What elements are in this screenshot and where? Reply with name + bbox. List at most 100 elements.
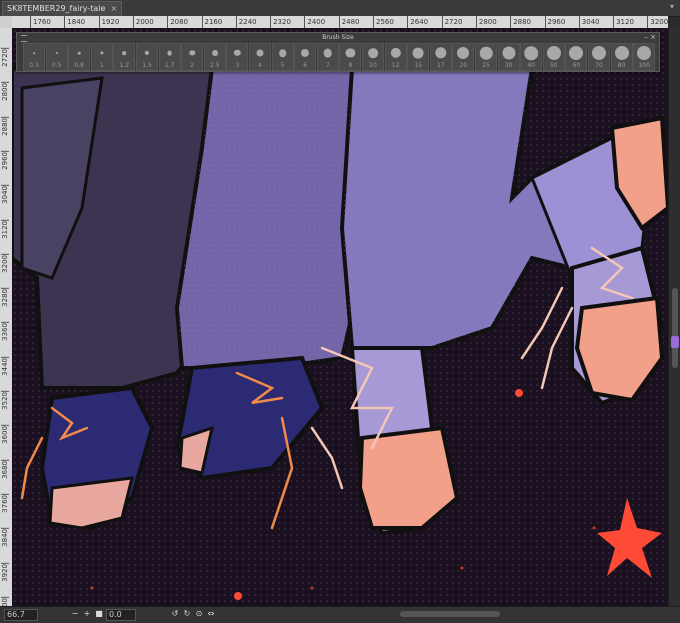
ruler-tick-label: 2720 [1, 48, 9, 67]
brush-size-option[interactable]: 70 [588, 43, 610, 71]
rotation-angle-field[interactable]: 0.0 [106, 609, 136, 621]
ruler-tick-label: 3040 [1, 185, 9, 205]
brush-size-dot-icon [412, 47, 424, 59]
ruler-tick-label: 2800 [1, 82, 9, 102]
brush-size-dot-icon [301, 48, 310, 58]
zoom-in-button[interactable]: + [82, 609, 92, 619]
vertical-scrollbar[interactable] [668, 28, 680, 610]
rotate-right-icon[interactable]: ↻ [182, 609, 192, 619]
brush-size-dot-icon [234, 49, 241, 57]
ruler-tick-label: 1920 [98, 16, 119, 28]
ruler-tick-label: 2880 [1, 116, 9, 136]
brush-size-label: 2 [190, 62, 195, 69]
brush-size-option[interactable]: 3 [226, 43, 249, 71]
brush-size-dot-icon [211, 50, 218, 56]
ruler-tick-label: 2960 [544, 16, 565, 28]
brush-size-label: 1.7 [164, 62, 175, 69]
zoom-out-button[interactable]: − [70, 609, 80, 619]
brush-size-dot-icon [479, 46, 493, 60]
brush-size-option[interactable]: 25 [475, 43, 497, 71]
brush-size-label: 1.2 [119, 62, 130, 69]
brush-size-label: 15 [414, 62, 422, 69]
brush-size-option[interactable]: 0.3 [23, 43, 45, 71]
tab-menu-icon[interactable]: ▾ [670, 2, 674, 11]
vertical-scroll-thumb[interactable] [672, 288, 678, 368]
brush-size-option[interactable]: 7 [316, 43, 339, 71]
brush-size-option[interactable]: 100 [633, 43, 656, 71]
brush-size-dot-icon [55, 51, 58, 55]
brush-size-dot-icon [546, 46, 561, 60]
ruler-tick-label: 2160 [201, 16, 222, 28]
brush-size-option[interactable]: 0.8 [68, 43, 91, 71]
ruler-tick-label: 3920 [1, 562, 9, 582]
brush-size-label: 4 [258, 62, 262, 69]
brush-size-label: 50 [549, 62, 558, 69]
brush-size-option[interactable]: 17 [429, 43, 452, 71]
brush-size-dot-icon [368, 48, 378, 58]
brush-size-option[interactable]: 1.7 [158, 43, 181, 71]
brush-size-option[interactable]: 2.5 [203, 43, 226, 71]
brush-size-option[interactable]: 40 [520, 43, 543, 71]
document-tab-title: SK8TEMBER29_fairy-tale [7, 4, 106, 13]
brush-size-label: 0.3 [29, 62, 39, 69]
brush-size-label: 2.5 [210, 62, 220, 69]
flip-horizontal-icon[interactable]: ⇔ [206, 609, 216, 619]
ruler-tick-label: 2400 [304, 16, 325, 28]
ruler-tick-label: 3360 [1, 322, 9, 342]
ruler-tick-label: 3680 [1, 459, 9, 479]
brush-size-dot-icon [592, 46, 606, 60]
zoom-level-field[interactable]: 66.7 [4, 609, 38, 621]
brush-size-option[interactable]: 6 [294, 43, 317, 71]
brush-size-dot-icon [33, 52, 35, 54]
brush-size-option[interactable]: 30 [497, 43, 520, 71]
brush-size-option[interactable]: 10 [362, 43, 384, 71]
brush-size-option[interactable]: 2 [181, 43, 204, 71]
ruler-tick-label: 3200 [647, 16, 668, 28]
status-bar: 66.7 − + ■ 0.0 ↺ ↻ ⊙ ⇔ [0, 606, 680, 623]
brush-size-dot-icon [278, 49, 287, 57]
horizontal-scroll-thumb[interactable] [400, 611, 500, 617]
brush-size-dot-icon [435, 47, 447, 59]
side-panel-handle[interactable] [671, 336, 679, 348]
brush-size-option[interactable]: 5 [271, 43, 294, 71]
ruler-tick-label: 3840 [1, 528, 9, 548]
brush-size-option[interactable]: 8 [339, 43, 362, 71]
brush-size-dot-icon [345, 48, 355, 58]
brush-size-option[interactable]: 1.2 [113, 43, 136, 71]
ruler-tick-label: 2800 [475, 16, 497, 28]
brush-size-label: 17 [436, 62, 445, 69]
brush-size-option[interactable]: 20 [452, 43, 475, 71]
canvas[interactable] [12, 28, 668, 610]
ruler-tick-label: 3520 [1, 391, 9, 410]
rotate-left-icon[interactable]: ↺ [170, 609, 180, 619]
brush-size-label: 7 [325, 62, 330, 69]
close-icon[interactable]: × [110, 4, 117, 13]
brush-size-option[interactable]: 12 [384, 43, 407, 71]
artwork-illustration [12, 28, 668, 610]
brush-size-option[interactable]: 1 [90, 43, 113, 71]
brush-size-label: 100 [638, 62, 650, 69]
brush-size-label: 0.8 [74, 62, 84, 69]
document-tab[interactable]: SK8TEMBER29_fairy-tale × [2, 1, 123, 17]
brush-size-option[interactable]: 1.5 [136, 43, 158, 71]
reset-rotation-icon[interactable]: ⊙ [194, 609, 204, 619]
ruler-tick-label: 2560 [373, 16, 394, 28]
ruler-tick-label: 2000 [132, 16, 154, 28]
brush-size-dot-icon [614, 46, 629, 60]
brush-size-label: 80 [617, 62, 626, 69]
brush-size-option[interactable]: 0.5 [45, 43, 68, 71]
fit-view-button[interactable]: ■ [94, 609, 104, 619]
ruler-tick-label: 3200 [1, 253, 9, 273]
brush-size-dot-icon [524, 46, 538, 60]
brush-size-option[interactable]: 50 [542, 43, 565, 71]
brush-size-option[interactable]: 60 [565, 43, 588, 71]
ruler-tick-label: 3440 [1, 356, 9, 376]
brush-size-dot-icon [323, 48, 333, 58]
brush-size-option[interactable]: 15 [407, 43, 430, 71]
panel-window-buttons[interactable]: – × [644, 33, 656, 42]
brush-size-option[interactable]: 4 [249, 43, 271, 71]
brush-size-option[interactable]: 80 [610, 43, 633, 71]
ruler-tick-label: 2960 [1, 150, 9, 170]
ruler-tick-label: 2480 [338, 16, 360, 28]
brush-size-label: 40 [527, 62, 535, 69]
